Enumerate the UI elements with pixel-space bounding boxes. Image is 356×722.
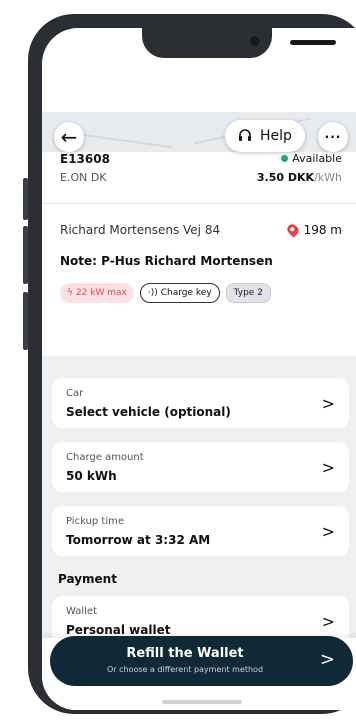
refill-wallet-button[interactable]: Refill the Wallet Or choose a different …: [50, 636, 353, 686]
chevron-right-icon: >: [321, 612, 335, 631]
back-button[interactable]: ←: [54, 122, 84, 152]
refill-subtitle: Or choose a different payment method: [106, 665, 264, 674]
car-selector[interactable]: Car Select vehicle (optional) >: [52, 378, 349, 428]
power-tag-label: 22 kW max: [75, 288, 127, 298]
power-tag: ϟ 22 kW max: [60, 283, 134, 303]
price-value: 3.50 DKK: [256, 171, 315, 184]
distance-value: 198 m: [303, 223, 342, 237]
ellipsis-icon: ···: [324, 130, 342, 144]
phone-notch: [142, 28, 336, 58]
availability-status: Available: [281, 152, 342, 165]
station-operator: E.ON DK: [60, 171, 107, 184]
divider: [42, 203, 356, 204]
station-id: E13608: [60, 152, 110, 166]
location-pin-icon: [284, 222, 301, 238]
wallet-value: Personal wallet: [66, 623, 171, 637]
distance: 198 m: [284, 222, 342, 238]
car-value: Select vehicle (optional): [66, 405, 231, 419]
station-note: Note: P-Hus Richard Mortensen: [60, 254, 273, 268]
price: 3.50 DKK/kWh: [257, 171, 342, 184]
nfc-icon: ·)): [147, 288, 158, 298]
charge-amount-label: Charge amount: [66, 452, 144, 463]
pickup-time-label: Pickup time: [66, 516, 125, 527]
camera-icon: [250, 36, 260, 46]
availability-label: Available: [292, 152, 342, 165]
map-road: [82, 133, 172, 149]
charge-key-label: Charge key: [160, 288, 212, 298]
headset-icon: [239, 129, 252, 141]
help-label: Help: [260, 128, 292, 144]
app-screen: ← Help ··· E13608 E.ON DK Available 3.50…: [42, 28, 356, 710]
more-options-button[interactable]: ···: [318, 122, 348, 152]
charge-amount-value: 50 kWh: [66, 469, 117, 483]
connector-tag: Type 2: [225, 283, 271, 303]
chevron-right-icon: >: [319, 649, 335, 670]
map-strip[interactable]: [42, 112, 356, 152]
charge-key-tag: ·)) Charge key: [139, 283, 220, 303]
wallet-label: Wallet: [66, 606, 98, 617]
charge-amount-selector[interactable]: Charge amount 50 kWh >: [52, 442, 349, 492]
price-unit: /kWh: [314, 171, 342, 184]
refill-title: Refill the Wallet: [126, 646, 244, 661]
lightning-icon: ϟ: [67, 288, 73, 298]
status-dot-icon: [281, 155, 289, 162]
help-button[interactable]: Help: [225, 120, 305, 152]
tag-row: ϟ 22 kW max ·)) Charge key Type 2: [60, 283, 271, 303]
chevron-right-icon: >: [321, 394, 335, 413]
arrow-left-icon: ←: [60, 125, 78, 149]
chevron-right-icon: >: [321, 458, 335, 477]
connector-label: Type 2: [233, 288, 263, 298]
pickup-time-selector[interactable]: Pickup time Tomorrow at 3:32 AM >: [52, 506, 349, 556]
station-address: Richard Mortensens Vej 84: [60, 223, 221, 237]
home-indicator[interactable]: [162, 700, 242, 704]
speaker-grille: [290, 40, 336, 45]
pickup-time-value: Tomorrow at 3:32 AM: [66, 533, 211, 547]
options-section: Car Select vehicle (optional) > Charge a…: [42, 356, 356, 656]
car-label: Car: [66, 388, 84, 399]
chevron-right-icon: >: [321, 522, 335, 541]
payment-heading: Payment: [58, 572, 117, 586]
